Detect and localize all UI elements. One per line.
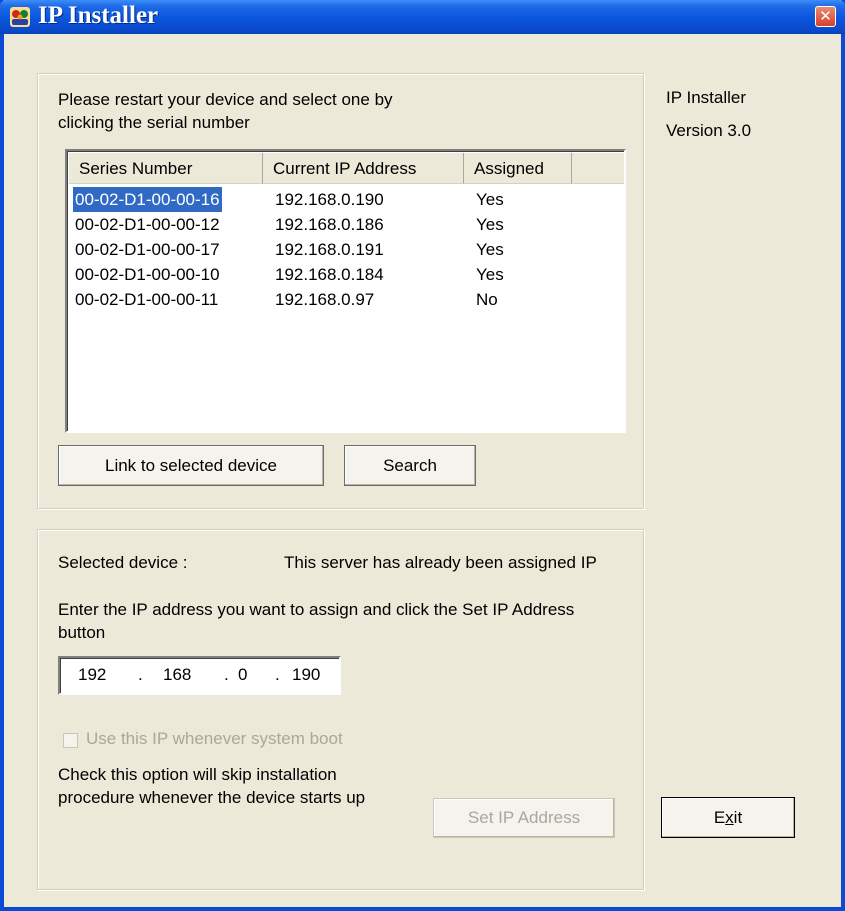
assigned-cell: Yes — [476, 215, 504, 234]
ip-cell: 192.168.0.186 — [275, 215, 384, 234]
set-ip-address-button[interactable]: Set IP Address — [433, 798, 615, 838]
table-row[interactable]: 00-02-D1-00-00-12 192.168.0.186 Yes — [69, 212, 624, 237]
ip-address-field[interactable]: 192 . 168 . 0 . 190 — [58, 656, 341, 695]
exit-label-accel: x — [725, 808, 734, 827]
ip-installer-window: IP Installer ✕ IP Installer Version 3.0 … — [0, 0, 845, 911]
app-icon — [10, 7, 30, 27]
table-row[interactable]: 00-02-D1-00-00-11 192.168.0.97 No — [69, 287, 624, 312]
serial-cell: 00-02-D1-00-00-12 — [75, 215, 220, 234]
status-message: This server has already been assigned IP — [284, 553, 597, 572]
ip-octet-4[interactable]: 190 — [292, 665, 320, 685]
ip-dot: . — [224, 665, 229, 684]
assigned-cell: Yes — [476, 240, 504, 259]
table-row[interactable]: 00-02-D1-00-00-17 192.168.0.191 Yes — [69, 237, 624, 262]
column-header-current-ip[interactable]: Current IP Address — [263, 153, 464, 184]
exit-label-pre: E — [713, 808, 726, 827]
ip-cell: 192.168.0.184 — [275, 265, 384, 284]
serial-cell: 00-02-D1-00-00-16 — [72, 186, 223, 213]
column-header-empty — [572, 153, 624, 184]
ip-dot: . — [275, 665, 280, 684]
assign-instruction-line2: button — [58, 623, 106, 642]
window-title: IP Installer — [38, 2, 159, 29]
serial-cell: 00-02-D1-00-00-17 — [75, 240, 220, 259]
assigned-cell: No — [476, 290, 498, 309]
serial-cell: 00-02-D1-00-00-11 — [75, 290, 219, 309]
link-to-device-button[interactable]: Link to selected device — [58, 445, 324, 486]
list-header: Series Number Current IP Address Assigne… — [69, 153, 624, 186]
use-ip-on-boot-checkbox[interactable] — [63, 733, 78, 748]
note-line1: Check this option will skip installation — [58, 765, 337, 784]
use-ip-on-boot-label: Use this IP whenever system boot — [86, 729, 343, 748]
assign-instruction-line1: Enter the IP address you want to assign … — [58, 600, 575, 619]
search-button[interactable]: Search — [344, 445, 476, 486]
side-version: Version 3.0 — [666, 121, 752, 140]
ip-cell: 192.168.0.190 — [275, 190, 384, 209]
ip-cell: 192.168.0.97 — [275, 290, 375, 309]
table-row[interactable]: 00-02-D1-00-00-16 192.168.0.190 Yes — [69, 186, 624, 213]
device-instruction-line1: Please restart your device and select on… — [58, 90, 393, 109]
ip-cell: 192.168.0.191 — [275, 240, 384, 259]
note-line2: procedure whenever the device starts up — [58, 788, 366, 807]
ip-dot: . — [138, 665, 143, 684]
assigned-cell: Yes — [476, 190, 504, 209]
ip-octet-3[interactable]: 0 — [238, 665, 247, 685]
exit-button[interactable]: Exit — [661, 797, 795, 838]
selected-device-label: Selected device : — [58, 553, 188, 572]
side-app-name: IP Installer — [666, 88, 747, 107]
exit-label-post: it — [733, 808, 743, 827]
title-bar[interactable]: IP Installer ✕ — [0, 0, 845, 34]
serial-cell: 00-02-D1-00-00-10 — [75, 265, 220, 284]
column-header-assigned[interactable]: Assigned — [464, 153, 572, 184]
ip-octet-1[interactable]: 192 — [78, 665, 106, 685]
table-row[interactable]: 00-02-D1-00-00-10 192.168.0.184 Yes — [69, 262, 624, 287]
device-instruction-line2: clicking the serial number — [58, 113, 250, 132]
device-list[interactable]: Series Number Current IP Address Assigne… — [65, 149, 626, 433]
column-header-series-number[interactable]: Series Number — [69, 153, 263, 184]
ip-octet-2[interactable]: 168 — [163, 665, 191, 685]
assigned-cell: Yes — [476, 265, 504, 284]
close-icon[interactable]: ✕ — [815, 6, 836, 27]
